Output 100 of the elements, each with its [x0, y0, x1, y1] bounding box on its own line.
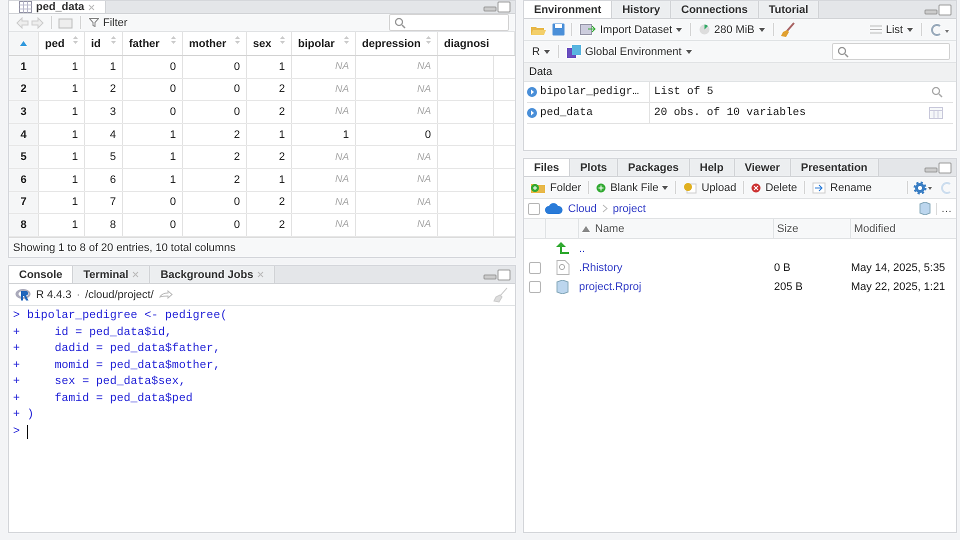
- sort-icon[interactable]: [73, 36, 78, 44]
- table-cell: 0: [170, 60, 176, 73]
- column-header[interactable]: depression: [356, 32, 438, 55]
- expand-icon[interactable]: [527, 108, 537, 118]
- column-header[interactable]: Size: [774, 219, 851, 238]
- table-cell: 2: [278, 151, 285, 164]
- import-dataset-button[interactable]: Import Dataset: [578, 24, 684, 36]
- table-cell: 1: [170, 174, 176, 186]
- column-header[interactable]: bipolar: [292, 32, 356, 55]
- sort-icon[interactable]: [171, 36, 176, 44]
- environment-tab[interactable]: Environment: [524, 1, 612, 18]
- working-directory[interactable]: /cloud/project/: [85, 288, 154, 300]
- code-line: ): [27, 407, 34, 423]
- breadcrumb-link[interactable]: project: [612, 202, 646, 214]
- toolbar-button[interactable]: Rename: [810, 182, 874, 194]
- column-header[interactable]: Name: [579, 219, 774, 238]
- sort-icon[interactable]: [280, 36, 285, 44]
- more-button[interactable]: …: [936, 202, 952, 214]
- column-header[interactable]: sex: [247, 32, 292, 55]
- broom-icon[interactable]: [780, 22, 796, 38]
- new-folder-icon: [530, 182, 546, 194]
- search-field[interactable]: [389, 14, 509, 31]
- table-cell: NA: [335, 219, 349, 230]
- arrow-icon[interactable]: [158, 290, 173, 300]
- table-cell: 6: [110, 174, 116, 186]
- delete-icon: [751, 182, 762, 192]
- code-line: famid = ped_data$ped: [54, 390, 193, 406]
- breadcrumb-link[interactable]: Cloud: [568, 202, 597, 214]
- row-index: 5: [9, 146, 39, 168]
- memory-usage-button[interactable]: 280 MiB: [697, 24, 766, 36]
- file-checkbox[interactable]: [529, 262, 541, 274]
- variable-name[interactable]: bipolar_pedigr…: [540, 86, 640, 98]
- variable-name[interactable]: ped_data: [540, 107, 593, 119]
- table-cell: 4: [110, 128, 116, 141]
- environment-tab[interactable]: Tutorial: [758, 1, 820, 18]
- table-cell: NA: [335, 61, 349, 72]
- language-dropdown[interactable]: R: [530, 46, 552, 58]
- view-mode-button[interactable]: List: [868, 24, 915, 36]
- close-icon[interactable]: [257, 271, 264, 278]
- data-tab[interactable]: ped_data: [9, 1, 106, 13]
- search-field[interactable]: [832, 43, 950, 60]
- column-header[interactable]: mother: [183, 32, 247, 55]
- expand-icon[interactable]: [527, 87, 537, 97]
- file-checkbox[interactable]: [529, 280, 541, 292]
- filter-icon: [89, 18, 99, 27]
- chevron-icon: [602, 204, 608, 213]
- toolbar-button[interactable]: Blank File: [594, 182, 670, 194]
- toolbar-button[interactable]: Upload: [681, 182, 738, 194]
- table-cell: NA: [417, 84, 431, 95]
- text-cursor[interactable]: [27, 424, 28, 439]
- environment-tab[interactable]: Connections: [671, 1, 759, 18]
- column-header[interactable]: diagnosi: [438, 32, 515, 55]
- files-tab[interactable]: Files: [524, 159, 570, 176]
- project-icon[interactable]: [919, 202, 931, 215]
- save-icon[interactable]: [552, 23, 565, 36]
- gear-icon[interactable]: [913, 180, 935, 194]
- table-cell: 1: [72, 106, 78, 118]
- console-tab[interactable]: Background Jobs: [150, 266, 276, 283]
- file-name[interactable]: project.Rproj: [579, 280, 642, 292]
- maximize-icon[interactable]: [938, 162, 952, 174]
- files-tab[interactable]: Presentation: [790, 159, 879, 176]
- popout-icon[interactable]: [58, 16, 74, 28]
- back-forward-icon[interactable]: [15, 16, 45, 28]
- environment-tab[interactable]: History: [612, 1, 672, 18]
- console-tab[interactable]: Terminal: [73, 266, 150, 283]
- select-all-checkbox[interactable]: [528, 202, 540, 214]
- sort-icon[interactable]: [111, 36, 116, 44]
- table-icon[interactable]: [929, 107, 943, 119]
- file-name[interactable]: ..: [579, 242, 586, 254]
- maximize-icon[interactable]: [497, 1, 511, 13]
- sort-icon[interactable]: [235, 36, 240, 44]
- files-tab[interactable]: Viewer: [734, 159, 791, 176]
- close-icon[interactable]: [88, 4, 96, 10]
- column-header[interactable]: Modified: [851, 219, 956, 238]
- code-line: id = ped_data$id,: [54, 324, 172, 340]
- refresh-icon[interactable]: [940, 180, 952, 194]
- file-name[interactable]: .Rhistory: [579, 262, 622, 274]
- files-tab[interactable]: Help: [690, 159, 735, 176]
- prompt: +: [13, 374, 21, 390]
- close-icon[interactable]: [132, 271, 140, 278]
- refresh-icon[interactable]: [928, 22, 950, 36]
- files-tab[interactable]: Plots: [570, 159, 618, 176]
- console-tab[interactable]: Console: [9, 266, 74, 283]
- sort-icon[interactable]: [426, 36, 431, 44]
- filter-button[interactable]: Filter: [87, 16, 130, 28]
- toolbar-button[interactable]: Folder: [528, 182, 584, 194]
- search-icon[interactable]: [931, 86, 943, 98]
- sort-indicator-icon[interactable]: [20, 41, 27, 46]
- caret-icon: [662, 186, 668, 190]
- toolbar-button[interactable]: Delete: [749, 182, 800, 194]
- maximize-icon[interactable]: [938, 4, 952, 16]
- row-index: 4: [9, 124, 39, 146]
- maximize-icon[interactable]: [497, 268, 511, 280]
- column-header[interactable]: id: [85, 32, 123, 55]
- up-arrow-icon[interactable]: [554, 242, 570, 255]
- environment-dropdown[interactable]: Global Environment: [564, 45, 694, 58]
- column-header[interactable]: father: [123, 32, 183, 55]
- column-header[interactable]: ped: [39, 32, 85, 55]
- files-tab[interactable]: Packages: [618, 159, 690, 176]
- sort-icon[interactable]: [344, 36, 349, 44]
